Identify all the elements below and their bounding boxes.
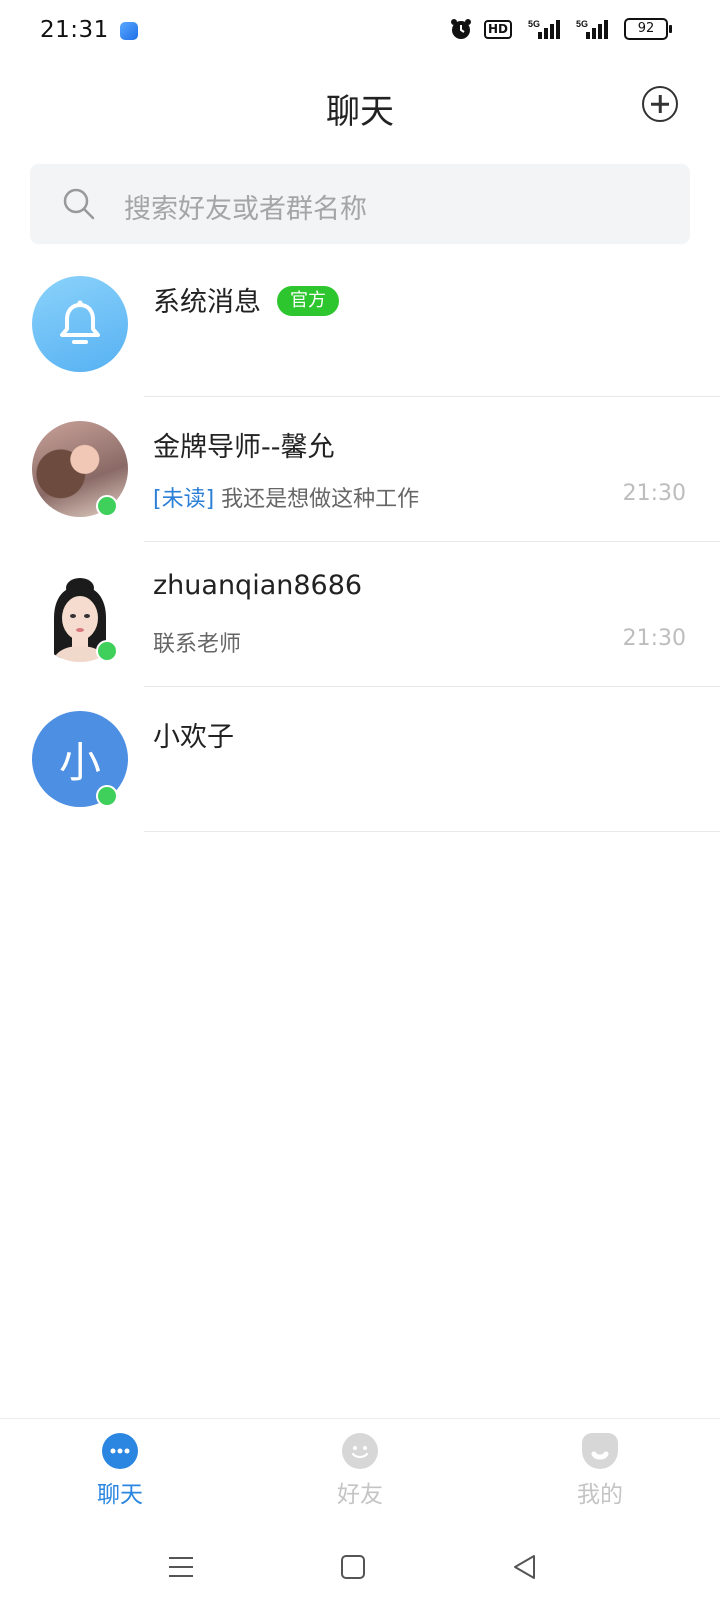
chat-name: 小欢子 [153, 722, 234, 753]
tab-chat[interactable]: 聊天 [60, 1433, 180, 1509]
status-bar: 21:31 HD 5G 5G 92 [0, 0, 720, 66]
home-square-icon [341, 1555, 365, 1579]
search-icon [62, 187, 96, 225]
unread-tag: [未读] [153, 487, 215, 512]
add-button[interactable] [642, 86, 678, 122]
chat-bubble-icon [102, 1433, 138, 1469]
avatar [32, 276, 128, 372]
status-indicators: HD 5G 5G 92 [450, 18, 672, 40]
back-nav-button[interactable] [512, 1554, 538, 1584]
app-notification-icon [120, 22, 138, 40]
status-time: 21:31 [40, 17, 109, 43]
system-nav-bar [0, 1532, 720, 1612]
tab-me[interactable]: 我的 [540, 1433, 660, 1509]
chat-time: 21:30 [622, 626, 686, 651]
chat-name: 系统消息 官方 [153, 280, 339, 319]
signal-1-icon: 5G [524, 18, 564, 40]
smile-icon [342, 1433, 378, 1469]
home-nav-button[interactable] [340, 1554, 366, 1584]
svg-text:5G: 5G [576, 19, 588, 29]
avatar [32, 421, 128, 517]
signal-2-icon: 5G [576, 18, 612, 40]
bell-icon [60, 300, 100, 344]
online-indicator [96, 495, 118, 517]
alarm-icon [450, 18, 472, 40]
chat-list: 系统消息 官方 金牌导师--馨允 [未读] 我还是想做这种工作 21:30 zh… [0, 252, 720, 832]
avatar: 小 [32, 711, 128, 807]
divider [144, 830, 720, 832]
profile-icon [582, 1433, 618, 1469]
back-triangle-icon [514, 1555, 535, 1579]
search-input[interactable]: 搜索好友或者群名称 [30, 164, 690, 244]
chat-preview: [未读] 我还是想做这种工作 [153, 487, 420, 512]
chat-item-xiaohuanzi[interactable]: 小 小欢子 [0, 687, 720, 832]
bottom-tab-bar: 聊天 好友 我的 [0, 1418, 720, 1529]
tab-label: 聊天 [97, 1482, 143, 1508]
online-indicator [96, 640, 118, 662]
header: 聊天 [0, 66, 720, 158]
tab-label: 好友 [337, 1482, 383, 1508]
chat-item-zhuanqian[interactable]: zhuanqian8686 联系老师 21:30 [0, 542, 720, 687]
chat-item-system-messages[interactable]: 系统消息 官方 [0, 252, 720, 397]
tab-label: 我的 [577, 1482, 623, 1508]
tab-friends[interactable]: 好友 [300, 1433, 420, 1509]
page-title: 聊天 [326, 92, 394, 132]
menu-icon [169, 1557, 193, 1577]
chat-name: 金牌导师--馨允 [153, 432, 335, 463]
svg-text:5G: 5G [528, 19, 540, 29]
online-indicator [96, 785, 118, 807]
chat-preview: 联系老师 [153, 632, 242, 657]
battery-indicator: 92 [624, 18, 672, 40]
chat-time: 21:30 [622, 481, 686, 506]
menu-nav-button[interactable] [168, 1554, 194, 1584]
hd-indicator: HD [483, 19, 512, 39]
chat-item-mentor[interactable]: 金牌导师--馨允 [未读] 我还是想做这种工作 21:30 [0, 397, 720, 542]
avatar [32, 566, 128, 662]
chat-name: zhuanqian8686 [153, 570, 363, 601]
official-badge: 官方 [277, 285, 339, 316]
search-placeholder: 搜索好友或者群名称 [124, 194, 367, 225]
